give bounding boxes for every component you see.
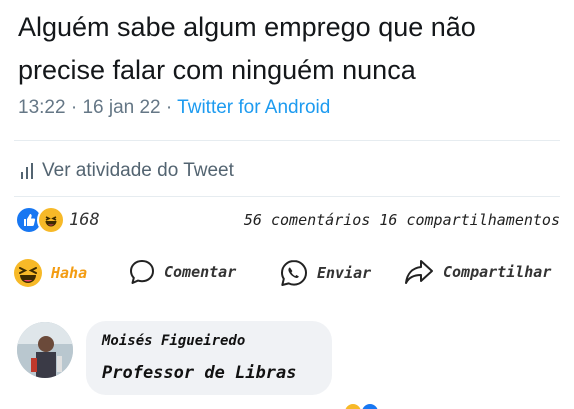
comment-author[interactable]: Moisés Figueiredo (102, 333, 245, 349)
activity-label: Ver atividade do Tweet (42, 160, 234, 181)
tweet-source-link[interactable]: Twitter for Android (177, 97, 330, 118)
tweet-meta: 13:22 · 16 jan 22 · Twitter for Android (18, 97, 330, 119)
share-label: Compartilhar (443, 263, 552, 281)
whatsapp-icon (281, 260, 307, 286)
tweet-text-line-2: precise falar com ninguém nunca (18, 55, 416, 85)
haha-reaction-icon (37, 206, 65, 234)
meta-separator: · (70, 97, 83, 118)
reaction-count: 168 (69, 210, 100, 230)
tweet-time: 13:22 (18, 97, 66, 118)
haha-icon (14, 259, 42, 287)
comment-bubble: Moisés Figueiredo Professor de Libras (86, 321, 332, 395)
tweet-text: Alguém sabe algum emprego que não precis… (18, 6, 563, 92)
action-bar: Haha Comentar Enviar Compartilhar (13, 258, 563, 298)
tweet-date: 16 jan 22 (82, 97, 161, 118)
send-button[interactable]: Enviar (279, 258, 371, 288)
reaction-stats-bar: 168 56 comentários 16 compartilhamentos (15, 206, 560, 236)
avatar-photo (17, 322, 73, 378)
divider (14, 196, 560, 197)
comment-icon (130, 260, 154, 284)
engagement-counts: 56 comentários 16 compartilhamentos (244, 211, 560, 229)
divider (14, 140, 560, 141)
comment-label: Comentar (164, 263, 237, 281)
partial-reactions-icon (345, 404, 378, 409)
share-button[interactable]: Compartilhar (403, 258, 551, 286)
haha-label: Haha (51, 264, 88, 282)
haha-button[interactable]: Haha (13, 258, 87, 288)
comment-text: Professor de Libras (102, 363, 297, 383)
tweet-activity-link[interactable]: Ver atividade do Tweet (20, 160, 234, 182)
send-label: Enviar (317, 264, 372, 282)
comment-button[interactable]: Comentar (128, 258, 236, 286)
avatar[interactable] (17, 322, 73, 378)
comments-count-link[interactable]: 56 comentários (244, 211, 370, 229)
tweet-text-line-1: Alguém sabe algum emprego que não (18, 12, 476, 42)
meta-separator: · (165, 97, 178, 118)
share-arrow-icon (405, 260, 433, 284)
shares-count-link[interactable]: 16 compartilhamentos (379, 211, 560, 229)
analytics-icon (21, 163, 33, 179)
comment-actions-row-partial (100, 399, 400, 409)
reactions-summary[interactable]: 168 (15, 206, 100, 234)
